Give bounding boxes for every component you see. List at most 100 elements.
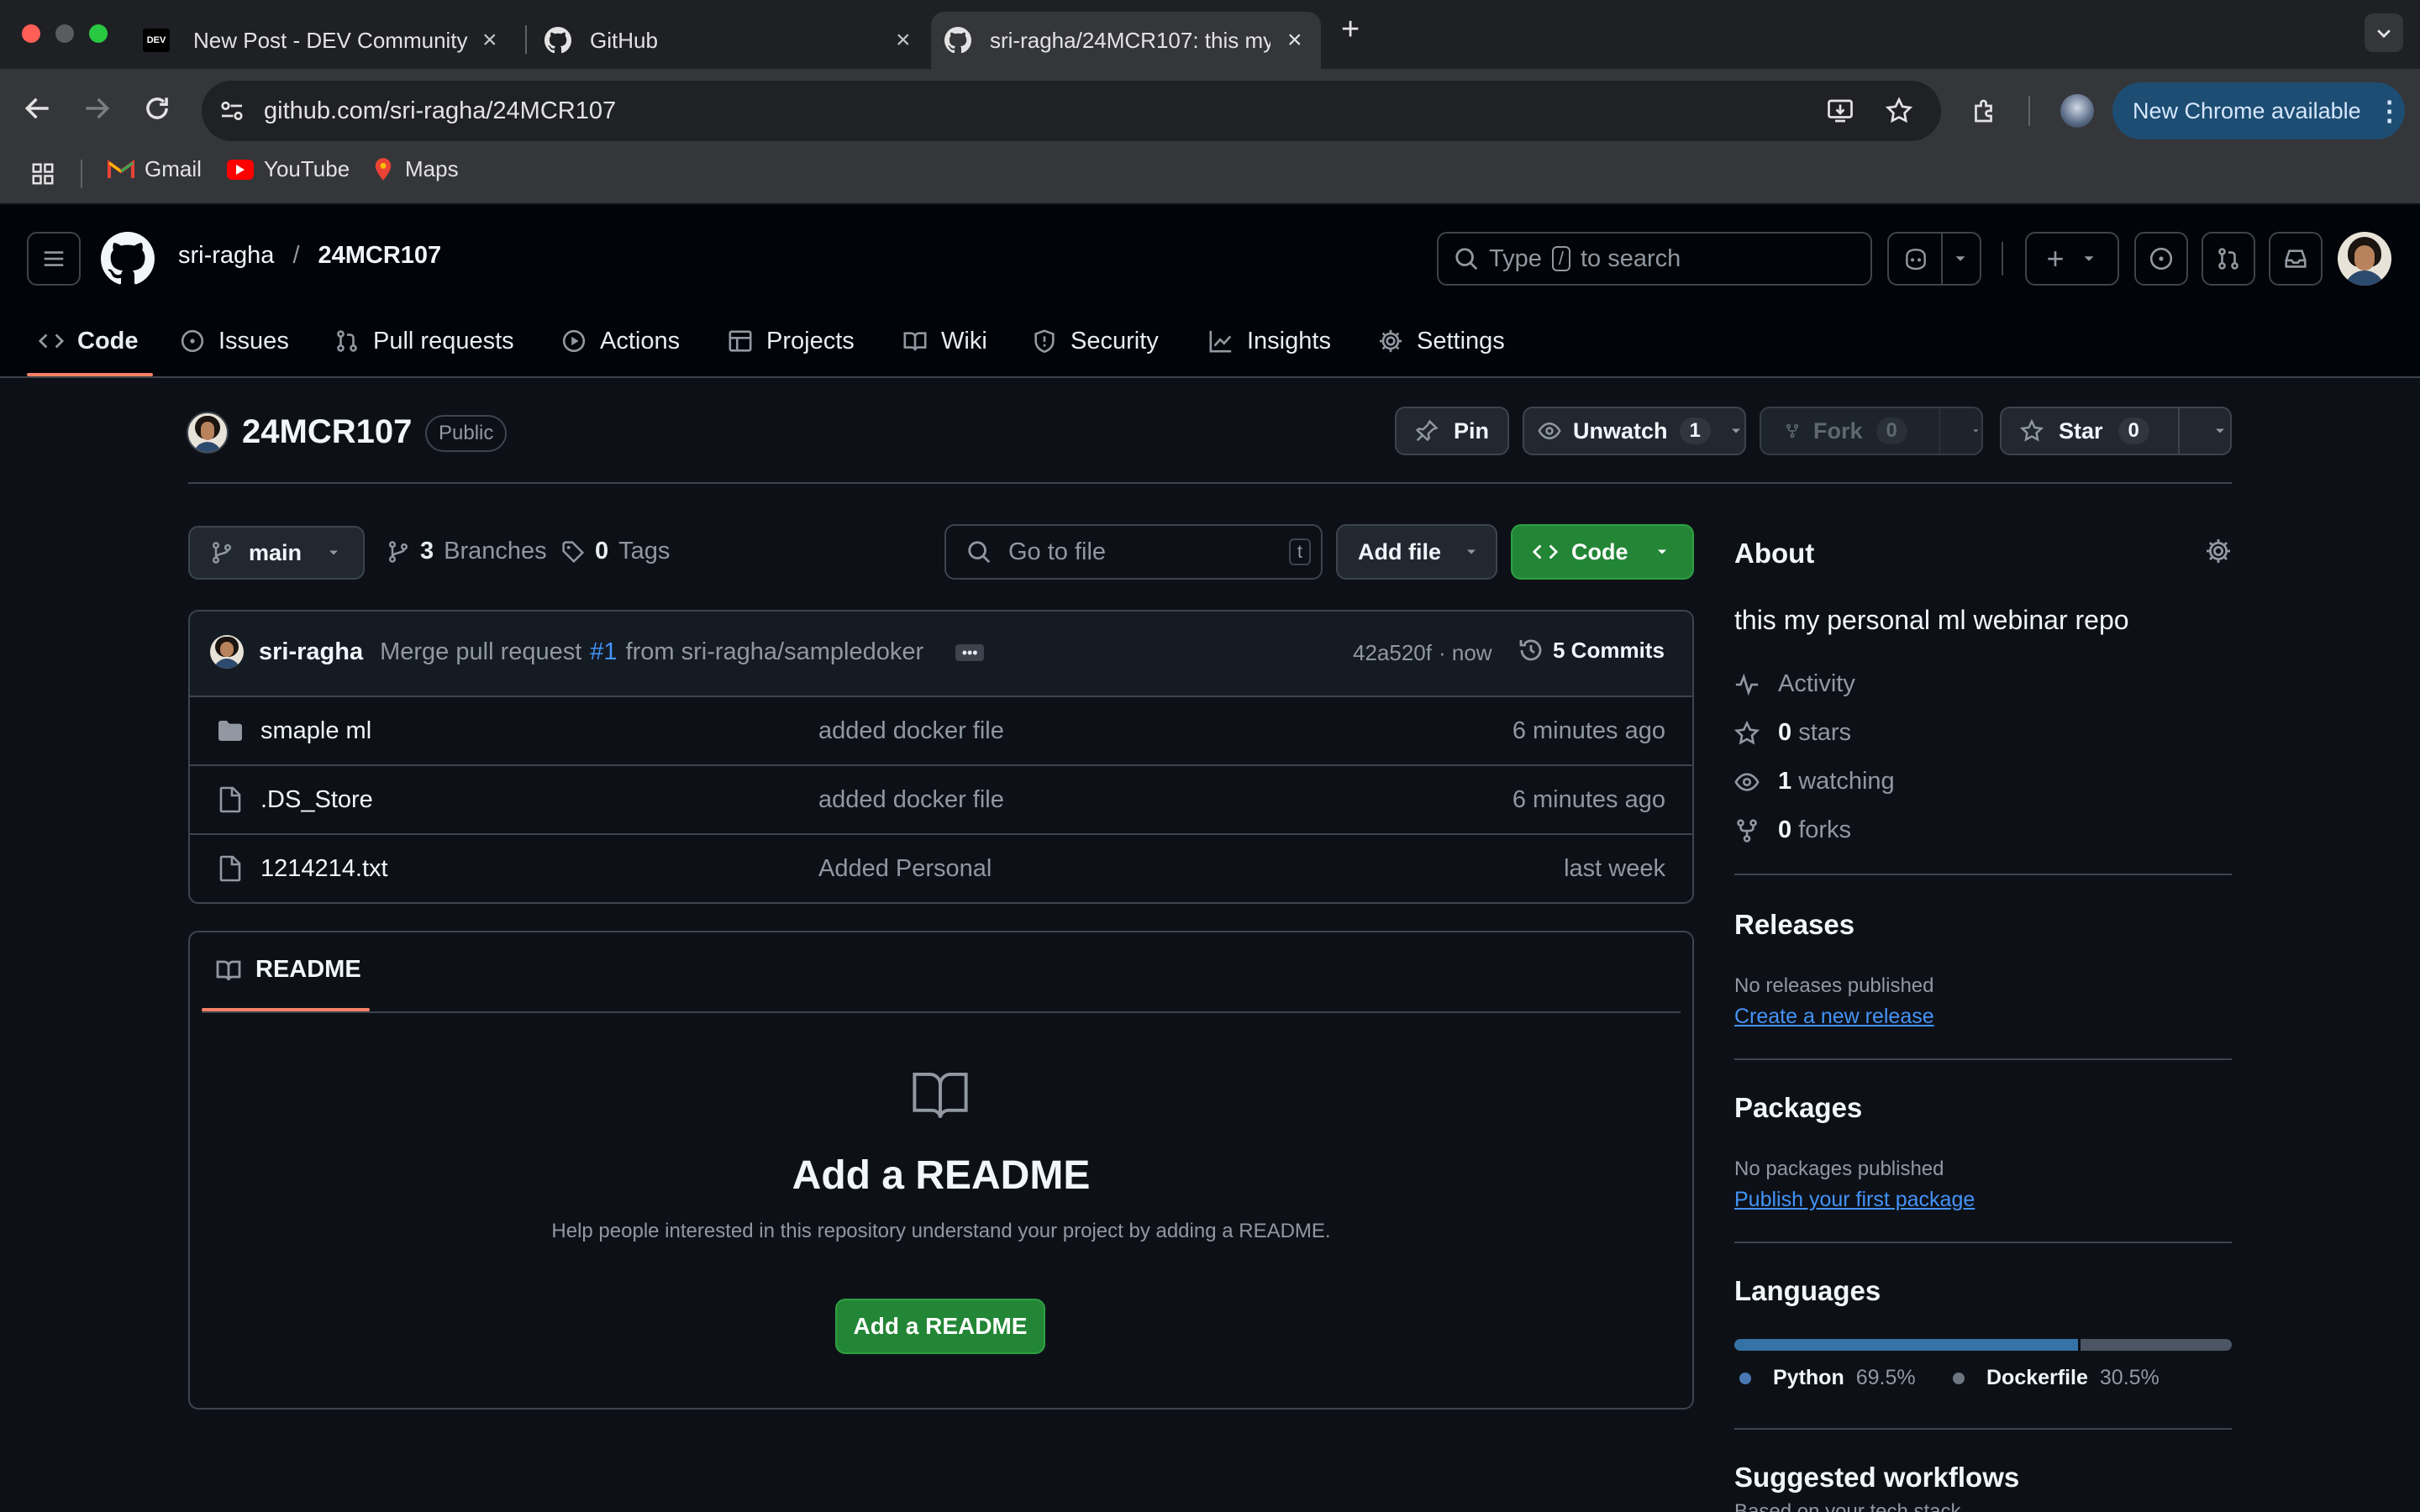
chevron-down-icon bbox=[1657, 549, 1666, 554]
browser-tab[interactable]: DEV New Post - DEV Community × bbox=[134, 12, 519, 69]
tags-link[interactable]: 0 Tags bbox=[561, 538, 670, 565]
tab-title: GitHub bbox=[590, 27, 658, 53]
tab-close-icon[interactable]: × bbox=[896, 26, 911, 55]
site-settings-icon[interactable] bbox=[217, 96, 247, 126]
new-tab-button[interactable]: + bbox=[1341, 12, 1360, 48]
add-readme-button[interactable]: Add a README bbox=[835, 1299, 1045, 1354]
code-dropdown-button[interactable]: Code bbox=[1511, 524, 1694, 580]
create-release-link[interactable]: Create a new release bbox=[1734, 1005, 1934, 1029]
apps-grid-icon[interactable] bbox=[30, 161, 55, 186]
tab-actions[interactable]: Actions bbox=[561, 319, 680, 363]
bookmark-youtube[interactable]: YouTube bbox=[227, 156, 350, 182]
forks-link[interactable]: 0 forks bbox=[1734, 816, 1851, 844]
pin-label: Pin bbox=[1454, 417, 1490, 444]
reload-icon[interactable] bbox=[141, 92, 173, 124]
breadcrumb-owner-link[interactable]: sri-ragha bbox=[178, 242, 274, 270]
browser-tab-active[interactable]: sri-ragha/24MCR107: this my × bbox=[931, 12, 1321, 69]
watching-link[interactable]: 1 watching bbox=[1734, 768, 1895, 795]
readme-empty-description: Help people interested in this repositor… bbox=[551, 1220, 1331, 1242]
stars-link[interactable]: 0 stars bbox=[1734, 719, 1851, 747]
add-file-button[interactable]: Add file bbox=[1336, 524, 1497, 580]
tab-security[interactable]: Security bbox=[1032, 319, 1159, 363]
language-python[interactable]: Python 69.5% bbox=[1739, 1366, 1916, 1390]
pull-request-icon bbox=[337, 330, 357, 352]
tab-label: Issues bbox=[218, 327, 289, 354]
back-arrow-icon[interactable] bbox=[22, 92, 54, 124]
file-row[interactable]: 1214214.txt Added Personal last week bbox=[190, 833, 1692, 902]
profile-avatar[interactable] bbox=[2060, 94, 2094, 128]
commit-message-prefix[interactable]: Merge pull request bbox=[380, 638, 581, 666]
address-bar[interactable]: github.com/sri-ragha/24MCR107 bbox=[202, 81, 1941, 141]
bookmark-gmail[interactable]: Gmail bbox=[108, 156, 202, 182]
create-new-button[interactable]: + bbox=[2025, 232, 2119, 286]
tab-code[interactable]: Code bbox=[39, 319, 139, 363]
forward-arrow-icon[interactable] bbox=[81, 92, 113, 124]
tab-projects[interactable]: Projects bbox=[728, 319, 855, 363]
commit-message-suffix[interactable]: from sri-ragha/sampledoker bbox=[626, 638, 924, 666]
extensions-puzzle-icon[interactable] bbox=[1970, 96, 2000, 126]
language-dockerfile[interactable]: Dockerfile 30.5% bbox=[1953, 1366, 2160, 1390]
gear-icon[interactable] bbox=[2205, 538, 2232, 564]
readme-tab[interactable]: README bbox=[215, 956, 361, 984]
publish-package-link[interactable]: Publish your first package bbox=[1734, 1188, 1975, 1212]
copilot-button[interactable] bbox=[1887, 232, 1981, 286]
update-chrome-button[interactable]: New Chrome available ⋮ bbox=[2112, 82, 2405, 139]
tab-close-icon[interactable]: × bbox=[1287, 26, 1302, 55]
file-name[interactable]: smaple ml bbox=[260, 717, 371, 745]
file-name[interactable]: 1214214.txt bbox=[260, 855, 388, 883]
install-app-icon[interactable] bbox=[1825, 96, 1855, 126]
bookmark-star-icon[interactable] bbox=[1884, 96, 1914, 126]
hamburger-menu-button[interactable] bbox=[27, 232, 81, 286]
go-to-file-input[interactable]: Go to file t bbox=[944, 524, 1323, 580]
languages-heading: Languages bbox=[1734, 1275, 1881, 1306]
file-row[interactable]: .DS_Store added docker file 6 minutes ag… bbox=[190, 764, 1692, 833]
file-commit-message[interactable]: Added Personal bbox=[818, 855, 992, 883]
commit-pr-link[interactable]: #1 bbox=[590, 638, 617, 666]
bookmark-maps[interactable]: Maps bbox=[371, 156, 459, 182]
file-row[interactable]: smaple ml added docker file 6 minutes ag… bbox=[190, 696, 1692, 764]
branches-count: 3 bbox=[420, 538, 434, 564]
releases-heading[interactable]: Releases bbox=[1734, 909, 1854, 941]
tab-issues[interactable]: Issues bbox=[180, 319, 289, 363]
window-zoom-button[interactable] bbox=[89, 24, 108, 43]
branch-selector[interactable]: main bbox=[188, 526, 365, 580]
branches-link[interactable]: 3 Branches bbox=[387, 538, 547, 565]
user-avatar[interactable] bbox=[2338, 232, 2391, 286]
file-name[interactable]: .DS_Store bbox=[260, 786, 373, 814]
commit-expand-button[interactable]: ••• bbox=[955, 643, 985, 661]
pin-button[interactable]: Pin bbox=[1395, 407, 1509, 455]
tab-close-icon[interactable]: × bbox=[482, 26, 497, 55]
window-close-button[interactable] bbox=[22, 24, 40, 43]
commits-history-link[interactable]: 5 Commits bbox=[1518, 637, 1665, 664]
language-bar-segment bbox=[1734, 1339, 2079, 1351]
commit-hash[interactable]: 42a520f bbox=[1353, 640, 1432, 666]
github-logo-icon[interactable] bbox=[101, 232, 155, 286]
unwatch-button[interactable]: Unwatch 1 bbox=[1523, 407, 1746, 455]
breadcrumb-repo-link[interactable]: 24MCR107 bbox=[318, 242, 442, 270]
fork-button[interactable]: Fork 0 bbox=[1760, 407, 1983, 455]
file-commit-message[interactable]: added docker file bbox=[818, 786, 1004, 814]
window-minimize-button[interactable] bbox=[55, 24, 74, 43]
activity-link[interactable]: Activity bbox=[1734, 670, 1855, 698]
tab-insights[interactable]: Insights bbox=[1208, 319, 1331, 363]
inbox-button[interactable] bbox=[2269, 232, 2323, 286]
repo-title[interactable]: 24MCR107 bbox=[242, 413, 412, 451]
file-commit-message[interactable]: added docker file bbox=[818, 717, 1004, 745]
global-search-input[interactable]: Type / to search bbox=[1437, 232, 1872, 286]
commit-time: · now bbox=[1438, 640, 1492, 665]
packages-heading[interactable]: Packages bbox=[1734, 1092, 1862, 1124]
branch-icon bbox=[388, 540, 408, 563]
pull-requests-button[interactable] bbox=[2202, 232, 2255, 286]
pin-icon bbox=[1415, 419, 1439, 442]
browser-tab[interactable]: GitHub × bbox=[538, 12, 924, 69]
sidebar-divider bbox=[1734, 1242, 2232, 1243]
tab-search-button[interactable] bbox=[2365, 13, 2403, 52]
tab-settings[interactable]: Settings bbox=[1378, 319, 1505, 363]
tab-pull-requests[interactable]: Pull requests bbox=[334, 319, 514, 363]
star-button[interactable]: Star 0 bbox=[2000, 407, 2232, 455]
issues-button[interactable] bbox=[2134, 232, 2188, 286]
watching-label: watching bbox=[1798, 768, 1895, 795]
tab-wiki[interactable]: Wiki bbox=[902, 319, 987, 363]
bookmark-label: Maps bbox=[405, 156, 459, 181]
commit-author[interactable]: sri-ragha bbox=[259, 638, 363, 666]
